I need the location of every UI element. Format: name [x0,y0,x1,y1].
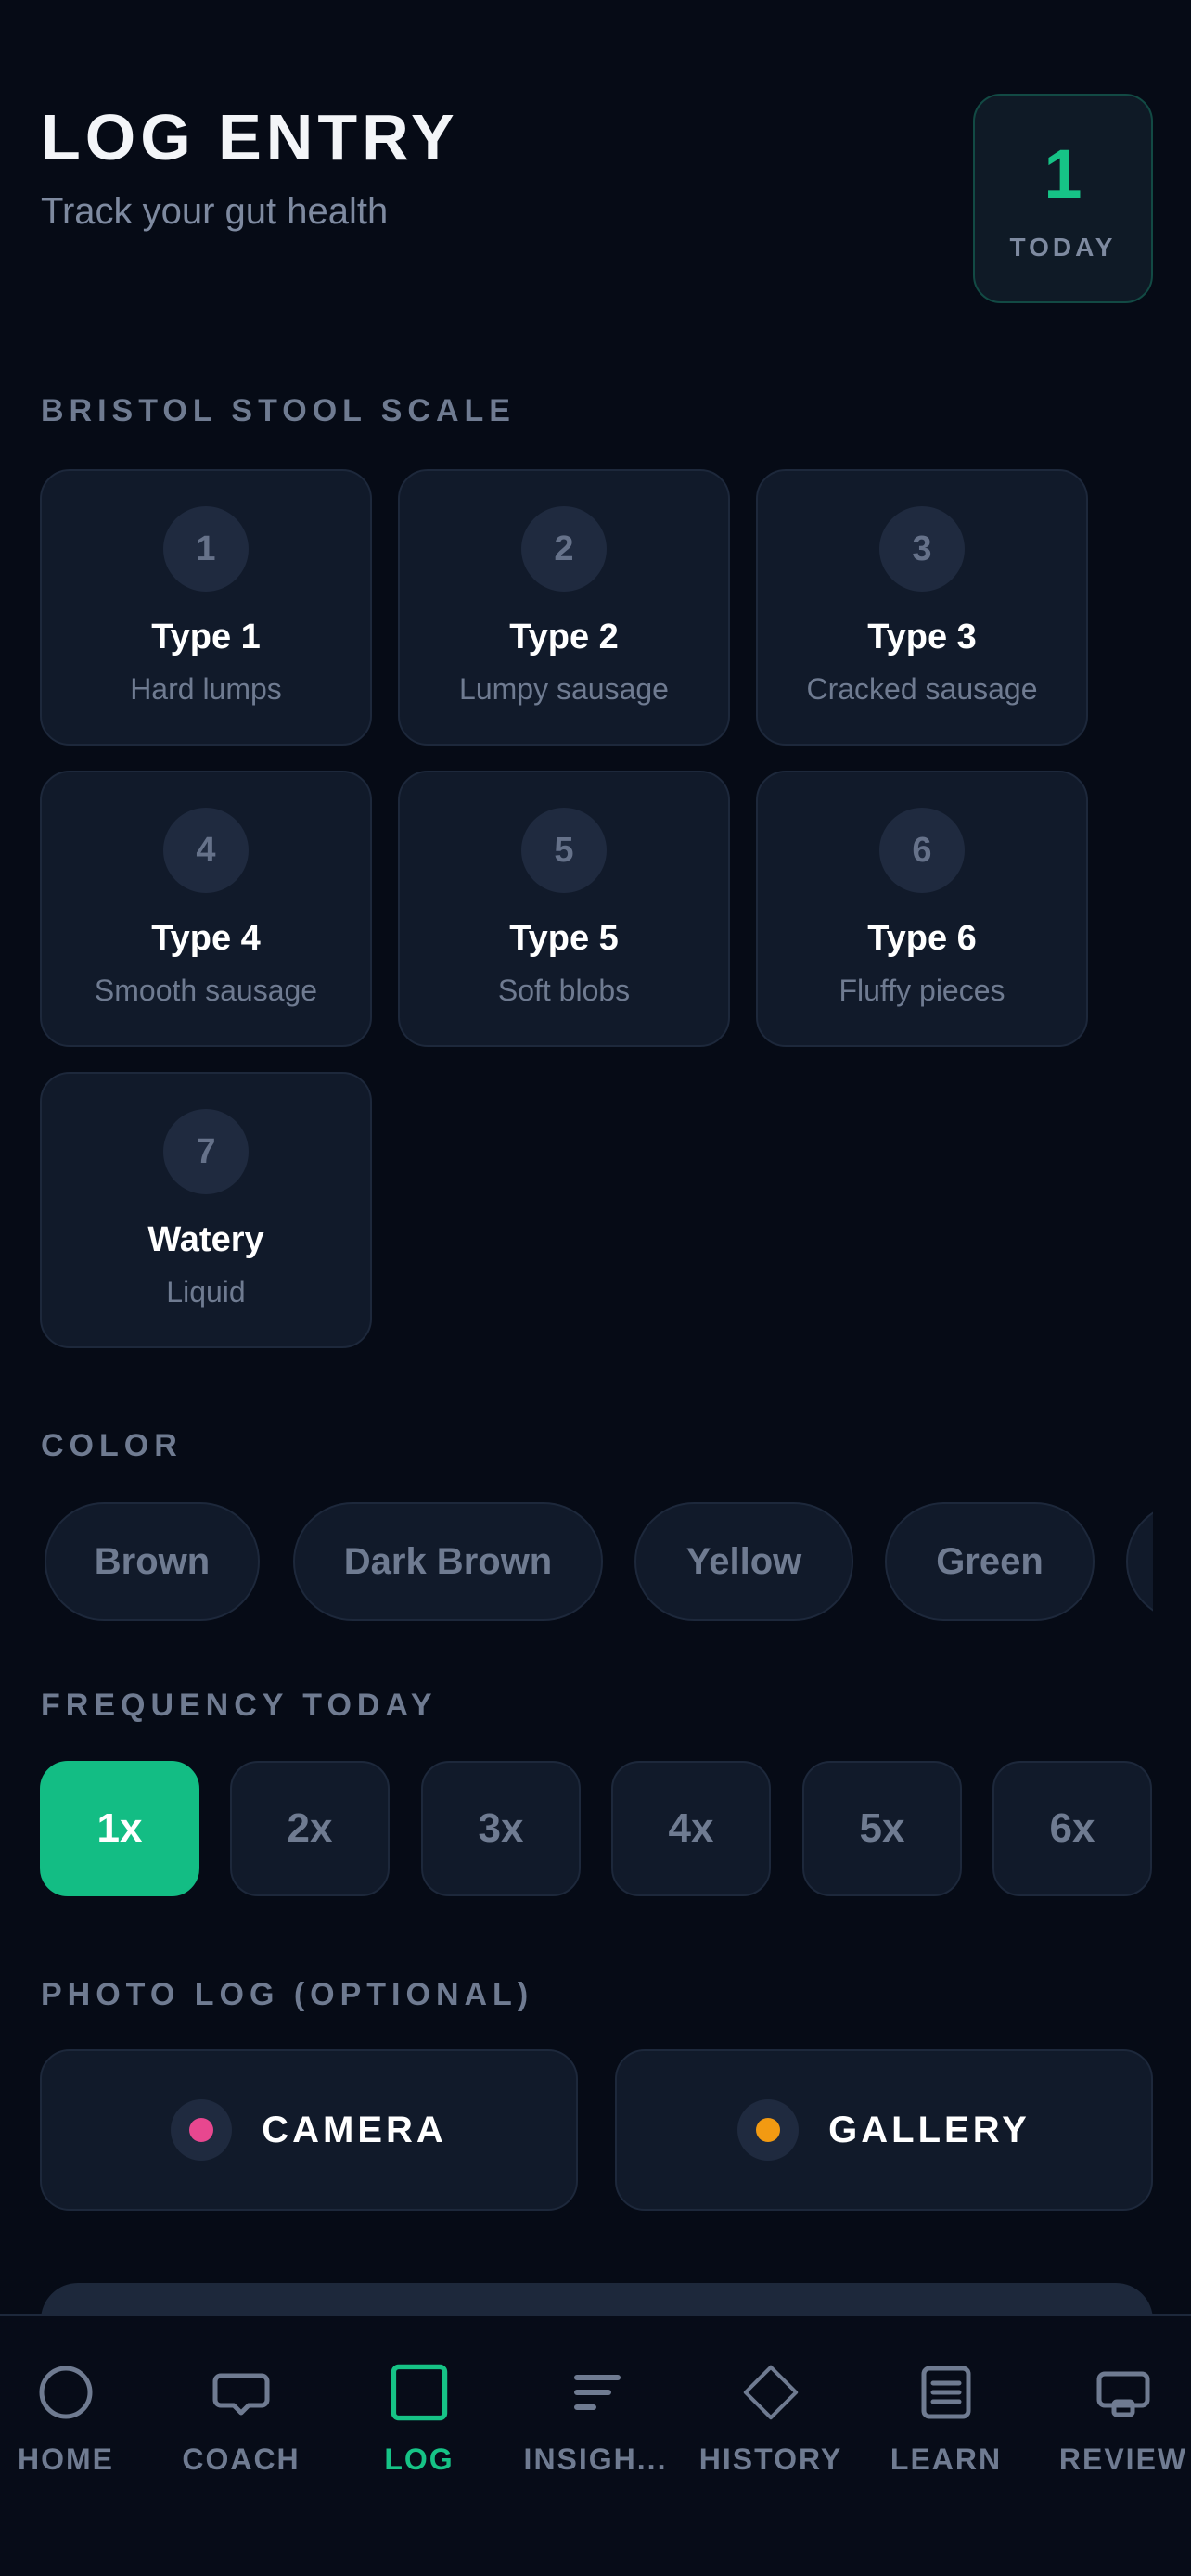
bristol-type-3-card[interactable]: 3 Type 3 Cracked sausage [756,469,1088,746]
nav-label-learn: LEARN [890,2442,1003,2476]
today-label: TODAY [1009,233,1117,261]
camera-label: CAMERA [262,2109,447,2150]
nav-label-history: HISTORY [698,2442,843,2476]
type-number-badge: 2 [521,506,607,592]
camera-dot-icon [171,2099,233,2161]
type-name: Type 3 [867,618,977,657]
type-description: Cracked sausage [806,672,1038,706]
nav-item-coach[interactable]: COACH [153,2363,329,2493]
type-description: Fluffy pieces [839,974,1005,1007]
bristol-type-7-card[interactable]: 7 Watery Liquid [40,1072,372,1348]
color-chip-green[interactable]: Green [885,1502,1095,1621]
bristol-type-5-card[interactable]: 5 Type 5 Soft blobs [398,771,730,1047]
frequency-option-3x[interactable]: 3x [421,1761,581,1896]
bristol-type-6-card[interactable]: 6 Type 6 Fluffy pieces [756,771,1088,1047]
frequency-option-6x[interactable]: 6x [992,1761,1152,1896]
log-square-icon [390,2363,449,2422]
type-description: Liquid [166,1275,246,1308]
nav-label-coach: COACH [182,2442,301,2476]
nav-item-learn[interactable]: LEARN [858,2363,1034,2493]
type-name: Type 5 [509,919,619,958]
color-section-label: COLOR [41,1428,183,1463]
home-circle-icon [36,2363,96,2422]
type-name: Type 1 [151,618,261,657]
gallery-button[interactable]: GALLERY [615,2049,1153,2211]
type-description: Hard lumps [130,672,282,706]
type-number-badge: 7 [163,1109,249,1194]
nav-label-home: HOME [18,2442,114,2476]
nav-item-review[interactable]: REVIEW [1035,2363,1191,2493]
color-chip-brown[interactable]: Brown [45,1502,260,1621]
page-subtitle: Track your gut health [41,191,389,232]
today-count-card: 1 TODAY [973,94,1153,303]
type-name: Type 4 [151,919,261,958]
insights-bars-icon [566,2363,625,2422]
nav-label-log: LOG [384,2442,455,2476]
nav-item-log[interactable]: LOG [331,2363,507,2493]
frequency-option-1x[interactable]: 1x [40,1761,199,1896]
photo-section-label: PHOTO LOG (OPTIONAL) [41,1977,534,2012]
color-chip-yellow[interactable]: Yellow [634,1502,853,1621]
frequency-option-2x[interactable]: 2x [230,1761,390,1896]
type-description: Smooth sausage [94,974,318,1007]
frequency-option-4x[interactable]: 4x [611,1761,771,1896]
today-count: 1 [1044,135,1082,212]
nav-item-home[interactable]: HOME [0,2363,154,2493]
bottom-navigation: HOME COACH LOG INSIGH... HISTORY LEARN R… [0,2314,1191,2576]
gallery-label: GALLERY [828,2109,1031,2150]
bristol-type-1-card[interactable]: 1 Type 1 Hard lumps [40,469,372,746]
diamond-icon [741,2363,800,2422]
nav-label-review: REVIEW [1058,2442,1188,2476]
bristol-type-2-card[interactable]: 2 Type 2 Lumpy sausage [398,469,730,746]
log-entry-screen: LOG ENTRY Track your gut health 1 TODAY … [0,0,1191,2576]
type-number-badge: 3 [879,506,965,592]
type-number-badge: 1 [163,506,249,592]
camera-button[interactable]: CAMERA [40,2049,578,2211]
frequency-section-label: FREQUENCY TODAY [41,1688,438,1723]
chat-bubble-icon [211,2363,271,2422]
type-description: Lumpy sausage [459,672,669,706]
type-number-badge: 4 [163,808,249,893]
review-screen-icon [1094,2363,1153,2422]
frequency-option-5x[interactable]: 5x [802,1761,962,1896]
type-number-badge: 5 [521,808,607,893]
color-chip-row[interactable]: Brown Dark Brown Yellow Green [41,1500,1153,1623]
type-number-badge: 6 [879,808,965,893]
document-icon [916,2363,976,2422]
gallery-dot-icon [737,2099,800,2161]
bristol-section-label: BRISTOL STOOL SCALE [41,393,516,428]
type-name: Type 6 [867,919,977,958]
page-title: LOG ENTRY [41,101,459,173]
type-name: Watery [147,1220,264,1259]
bristol-type-4-card[interactable]: 4 Type 4 Smooth sausage [40,771,372,1047]
color-chip-dark-brown[interactable]: Dark Brown [293,1502,603,1621]
nav-item-history[interactable]: HISTORY [683,2363,859,2493]
nav-label-insights: INSIGH... [523,2442,668,2476]
nav-item-insights[interactable]: INSIGH... [507,2363,684,2493]
type-description: Soft blobs [497,974,631,1007]
color-chip-next[interactable] [1126,1502,1153,1621]
type-name: Type 2 [509,618,619,657]
